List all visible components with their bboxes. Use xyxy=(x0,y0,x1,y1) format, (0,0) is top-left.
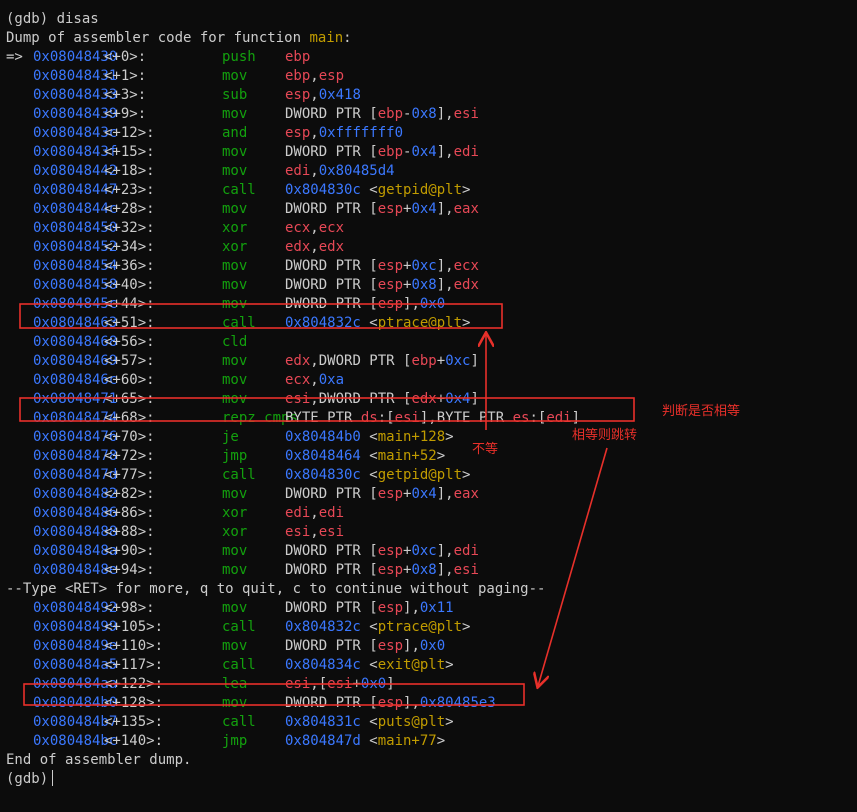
highlight-box-repz-cmps xyxy=(19,397,635,422)
annotation-not-equal: 不等 xyxy=(472,442,499,457)
arrow-equal-jump xyxy=(538,447,608,686)
annotation-jump-if-equal: 相等则跳转 xyxy=(572,428,638,443)
annotation-judge-equal: 判断是否相等 xyxy=(662,404,741,419)
highlight-box-ptrace-call xyxy=(19,303,503,329)
highlight-box-jump-target xyxy=(23,683,525,706)
